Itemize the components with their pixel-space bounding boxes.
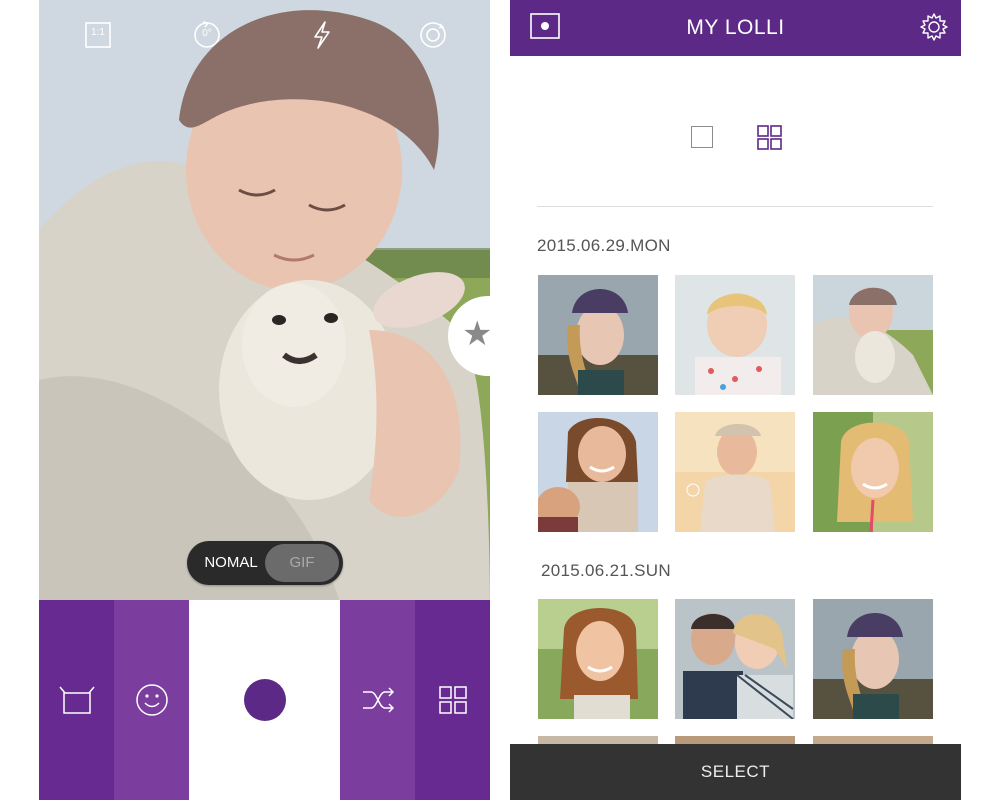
camera-bottom-bar [39, 600, 490, 800]
photo-thumbnail[interactable] [813, 599, 933, 719]
shutter-area [189, 600, 340, 800]
section-date: 2015.06.29.MON [537, 236, 671, 255]
mode-toggle[interactable]: NOMAL GIF [187, 541, 343, 585]
photo-thumbnail[interactable] [675, 599, 795, 719]
settings-button[interactable] [919, 12, 949, 42]
page-title: MY LOLLI [686, 16, 785, 39]
viewfinder-photo [39, 0, 490, 600]
photo-thumbnail[interactable] [538, 599, 658, 719]
settings-gear-icon [920, 13, 948, 41]
photo-thumbnail[interactable] [675, 275, 795, 395]
smiley-icon [135, 684, 168, 716]
photo-thumbnail[interactable] [675, 412, 795, 532]
switch-camera-icon[interactable] [418, 20, 448, 50]
frame-button[interactable] [39, 600, 114, 800]
mode-option-gif[interactable]: GIF [265, 544, 339, 582]
gallery-button[interactable] [415, 600, 490, 800]
frame-icon [58, 686, 95, 714]
aspect-ratio-icon[interactable]: 1:1 [83, 20, 113, 50]
section-date: 2015.06.21.SUN [541, 561, 671, 580]
gallery-grid-icon [438, 686, 467, 714]
photo-thumbnail[interactable] [813, 412, 933, 532]
rotation-icon[interactable]: 0° [192, 20, 222, 50]
camera-screen: 1:1 0° ★ NOMAL GIF [39, 0, 490, 800]
shutter-button[interactable] [243, 678, 287, 722]
photo-thumbnail[interactable] [813, 275, 933, 395]
gallery-header: MY LOLLI [510, 0, 961, 56]
single-view-icon[interactable] [691, 126, 713, 148]
sticker-button[interactable] [114, 600, 189, 800]
gallery-screen: MY LOLLI 2015.06.29.MON 2015.06.21.SUN S… [510, 0, 961, 800]
divider [537, 206, 933, 207]
mode-option-nomal[interactable]: NOMAL [195, 541, 267, 585]
camera-viewfinder[interactable]: 1:1 0° ★ NOMAL GIF [39, 0, 490, 600]
star-icon: ★ [462, 315, 490, 353]
flash-icon[interactable] [307, 20, 337, 50]
photo-thumbnail[interactable] [538, 275, 658, 395]
photo-thumbnail[interactable] [538, 412, 658, 532]
shuffle-button[interactable] [340, 600, 415, 800]
select-button[interactable]: SELECT [510, 744, 961, 800]
select-label: SELECT [700, 762, 771, 781]
shuffle-icon [362, 687, 394, 713]
aspect-ratio-label: 1:1 [91, 27, 105, 38]
grid-view-icon[interactable] [757, 125, 783, 151]
rotation-label: 0° [202, 28, 212, 39]
